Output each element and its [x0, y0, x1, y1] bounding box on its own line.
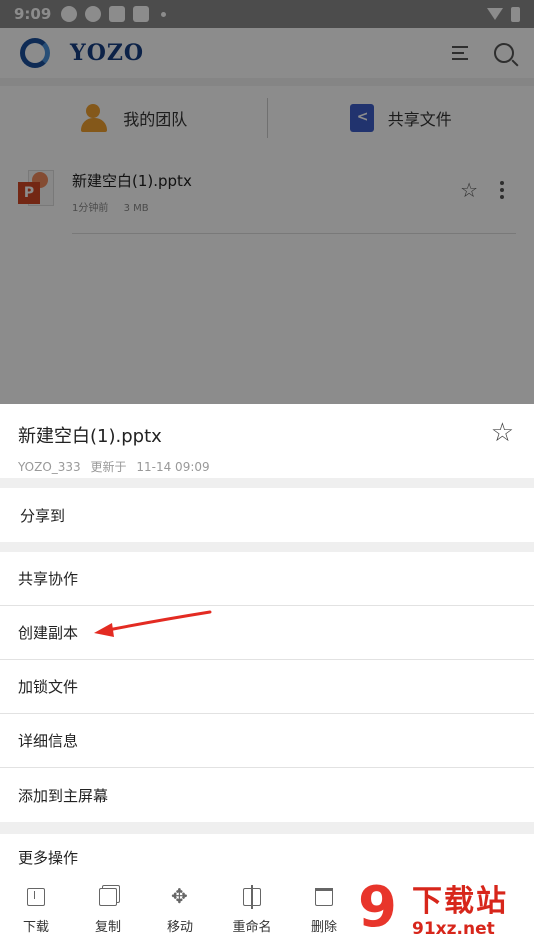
download-label: 下载	[23, 916, 49, 935]
move-button[interactable]: 移动	[144, 872, 216, 950]
share-collaborate-item[interactable]: 共享协作	[0, 552, 534, 606]
lock-file-item[interactable]: 加锁文件	[0, 660, 534, 714]
move-icon	[171, 888, 189, 906]
copy-button[interactable]: 复制	[72, 872, 144, 950]
delete-icon	[315, 888, 333, 906]
actions-group: 共享协作 创建副本 加锁文件 详细信息 添加到主屏幕	[0, 552, 534, 822]
rename-icon	[243, 888, 261, 906]
rename-label: 重命名	[232, 916, 271, 935]
watermark-url: 91xz.net	[412, 919, 508, 939]
updated-time: 11-14 09:09	[136, 460, 209, 474]
watermark-brand: 下载站	[412, 885, 508, 919]
download-button[interactable]: 下载	[0, 872, 72, 950]
download-icon	[27, 888, 45, 906]
rename-button[interactable]: 重命名	[216, 872, 288, 950]
share-to-item[interactable]: 分享到	[0, 488, 534, 542]
file-owner: YOZO_333	[18, 460, 81, 474]
move-label: 移动	[167, 916, 193, 935]
watermark-logo-icon: 9	[358, 883, 410, 941]
updated-label: 更新于	[91, 460, 127, 474]
details-item[interactable]: 详细信息	[0, 714, 534, 768]
share-group: 分享到	[0, 488, 534, 542]
sheet-header: 新建空白(1).pptx YOZO_333 更新于 11-14 09:09 ☆	[0, 404, 534, 478]
delete-label: 删除	[311, 916, 337, 935]
sheet-file-name: 新建空白(1).pptx	[18, 422, 516, 448]
file-actions-sheet: 新建空白(1).pptx YOZO_333 更新于 11-14 09:09 ☆ …	[0, 404, 534, 950]
delete-button[interactable]: 删除	[288, 872, 360, 950]
copy-icon	[99, 888, 117, 906]
create-copy-item[interactable]: 创建副本	[0, 606, 534, 660]
sheet-file-info: YOZO_333 更新于 11-14 09:09	[18, 458, 516, 475]
favorite-star-icon[interactable]: ☆	[491, 420, 514, 446]
watermark: 9 下载站 91xz.net	[358, 874, 534, 950]
dim-overlay[interactable]	[0, 0, 534, 404]
add-to-home-item[interactable]: 添加到主屏幕	[0, 768, 534, 822]
copy-label: 复制	[95, 916, 121, 935]
